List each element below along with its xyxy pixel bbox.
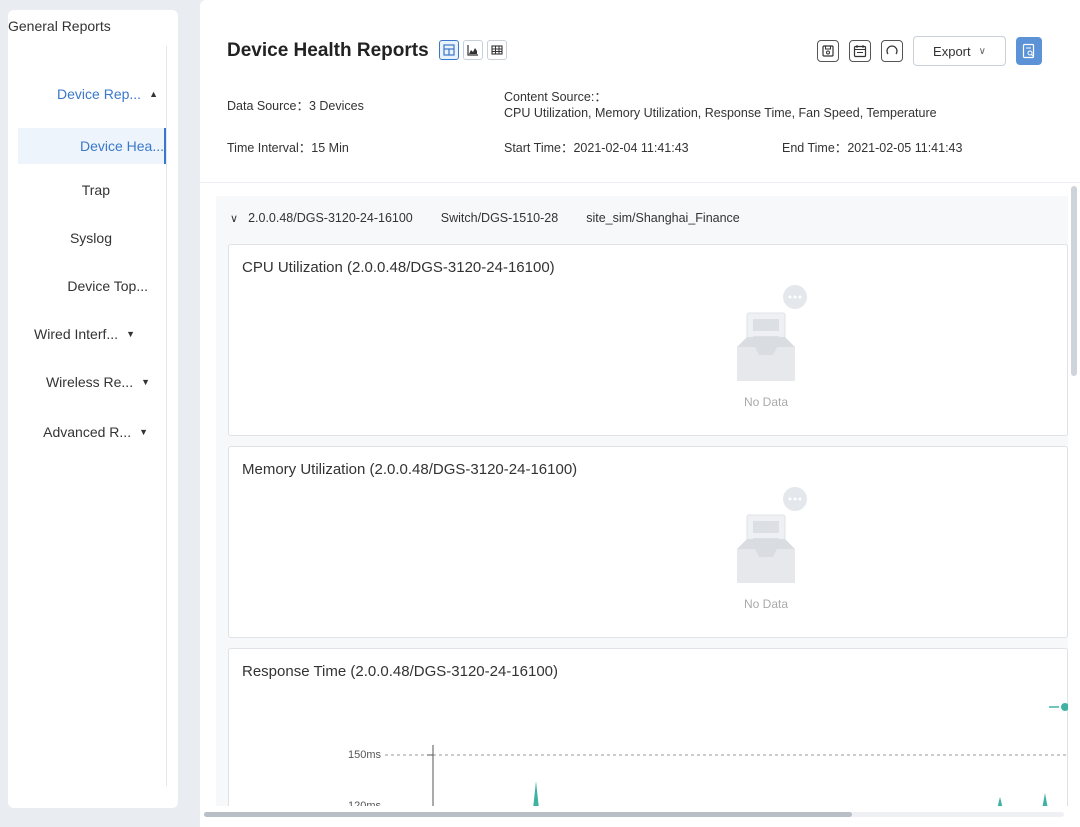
card-title: Memory Utilization (2.0.0.48/DGS-3120-24…: [242, 461, 578, 478]
no-data-label: No Data: [743, 597, 789, 611]
device-name: 2.0.0.48/DGS-3120-24-16100: [248, 211, 413, 225]
sidebar-item-device-topology[interactable]: Device Top...: [8, 268, 148, 304]
refresh-button[interactable]: [881, 40, 903, 62]
sidebar: General Reports Device Rep... ▲ Device H…: [8, 10, 178, 808]
time-interval-value: 15 Min: [311, 141, 349, 155]
chevron-down-icon: ▼: [141, 377, 150, 387]
response-time-card: Response Time (2.0.0.48/DGS-3120-24-1610…: [228, 648, 1068, 806]
toolbar: Export ∨: [817, 36, 1042, 66]
data-spike: [997, 797, 1003, 806]
sidebar-item-label: Syslog: [69, 230, 112, 246]
sidebar-divider: [166, 46, 167, 786]
chevron-down-icon: ▼: [139, 427, 148, 437]
legend-marker: [1061, 703, 1068, 711]
summary-view-button[interactable]: [439, 40, 459, 60]
data-source-value: 3 Devices: [308, 99, 364, 113]
sidebar-item-label: Device Top...: [67, 278, 148, 294]
export-dropdown[interactable]: Export ∨: [913, 36, 1006, 66]
no-data-placeholder: No Data: [719, 285, 829, 415]
time-interval-label: Time Interval：: [227, 141, 312, 155]
y-tick-label: 150ms: [348, 749, 382, 761]
sidebar-item-label: Trap: [81, 182, 110, 198]
empty-inbox-icon: [737, 487, 807, 583]
cpu-utilization-card: CPU Utilization (2.0.0.48/DGS-3120-24-16…: [228, 244, 1068, 436]
sidebar-item-device-reports[interactable]: Device Rep... ▲: [8, 76, 158, 112]
main-panel: Device Health Reports Export ∨ Data Sour…: [200, 0, 1080, 827]
site-name: site_sim/Shanghai_Finance: [586, 211, 740, 225]
data-spike: [1042, 793, 1048, 806]
data-spike: [533, 781, 539, 806]
sidebar-item-trap[interactable]: Trap: [8, 172, 110, 208]
device-group-header: ∨ 2.0.0.48/DGS-3120-24-16100 Switch/DGS-…: [216, 196, 1068, 240]
refresh-icon: [886, 45, 898, 55]
card-title: CPU Utilization (2.0.0.48/DGS-3120-24-16…: [242, 259, 555, 276]
table-view-button[interactable]: [487, 40, 507, 60]
export-label: Export: [933, 43, 971, 59]
calendar-icon: [853, 45, 867, 58]
report-preview-icon: [1022, 43, 1035, 59]
sidebar-title: General Reports: [8, 18, 111, 34]
sidebar-item-advanced-reports[interactable]: Advanced R... ▼: [8, 414, 148, 450]
sidebar-item-label: Advanced R...: [43, 424, 132, 440]
chevron-up-icon: ▲: [149, 89, 158, 99]
y-tick-label: 120ms: [348, 800, 382, 806]
no-data-placeholder: No Data: [719, 487, 829, 617]
preview-report-button[interactable]: [1016, 37, 1042, 65]
sidebar-item-wireless-reports[interactable]: Wireless Re... ▼: [8, 364, 150, 400]
sidebar-item-label: Device Rep...: [57, 86, 142, 102]
memory-utilization-card: Memory Utilization (2.0.0.48/DGS-3120-24…: [228, 446, 1068, 638]
table-icon: [491, 45, 503, 55]
chevron-down-icon: ▼: [126, 329, 135, 339]
data-source: Data Source：3 Devices: [227, 95, 364, 114]
vertical-scrollbar[interactable]: [1071, 186, 1077, 376]
start-time-value: 2021-02-04 11:41:43: [573, 141, 689, 155]
sidebar-item-device-health[interactable]: Device Hea...: [18, 128, 166, 164]
report-content: ∨ 2.0.0.48/DGS-3120-24-16100 Switch/DGS-…: [216, 196, 1068, 806]
content-source-value: CPU Utilization, Memory Utilization, Res…: [504, 106, 937, 120]
area-chart-icon: [467, 45, 478, 56]
save-icon: [822, 45, 834, 57]
start-time-label: Start Time：: [504, 141, 574, 155]
schedule-button[interactable]: [849, 40, 871, 62]
sidebar-item-syslog[interactable]: Syslog: [8, 220, 112, 256]
sidebar-item-label: Wireless Re...: [45, 374, 134, 390]
header-divider: [200, 182, 1080, 183]
data-source-label: Data Source：: [227, 99, 309, 113]
collapse-toggle-icon[interactable]: ∨: [230, 212, 238, 225]
view-toggle: [439, 40, 507, 60]
sidebar-item-label: Device Hea...: [79, 138, 164, 154]
page-title: Device Health Reports: [227, 40, 429, 61]
sidebar-item-label: Wired Interf...: [34, 326, 119, 342]
chevron-down-icon: ∨: [978, 45, 986, 57]
switch-name: Switch/DGS-1510-28: [440, 211, 559, 225]
no-data-label: No Data: [743, 395, 789, 409]
time-interval: Time Interval：15 Min: [227, 137, 349, 156]
content-source-label: Content Source:：: [504, 90, 607, 104]
sidebar-item-wired-interface[interactable]: Wired Interf... ▼: [8, 316, 135, 352]
layout-icon: [443, 44, 455, 56]
save-report-button[interactable]: [817, 40, 839, 62]
end-time-value: 2021-02-05 11:41:43: [847, 141, 963, 155]
response-time-chart: 150ms 120ms: [348, 703, 1068, 806]
empty-inbox-icon: [737, 285, 807, 381]
horizontal-scrollbar[interactable]: [204, 812, 852, 817]
end-time: End Time：2021-02-05 11:41:43: [782, 137, 962, 156]
end-time-label: End Time：: [782, 141, 848, 155]
chart-view-button[interactable]: [463, 40, 483, 60]
start-time: Start Time：2021-02-04 11:41:43: [504, 137, 689, 156]
